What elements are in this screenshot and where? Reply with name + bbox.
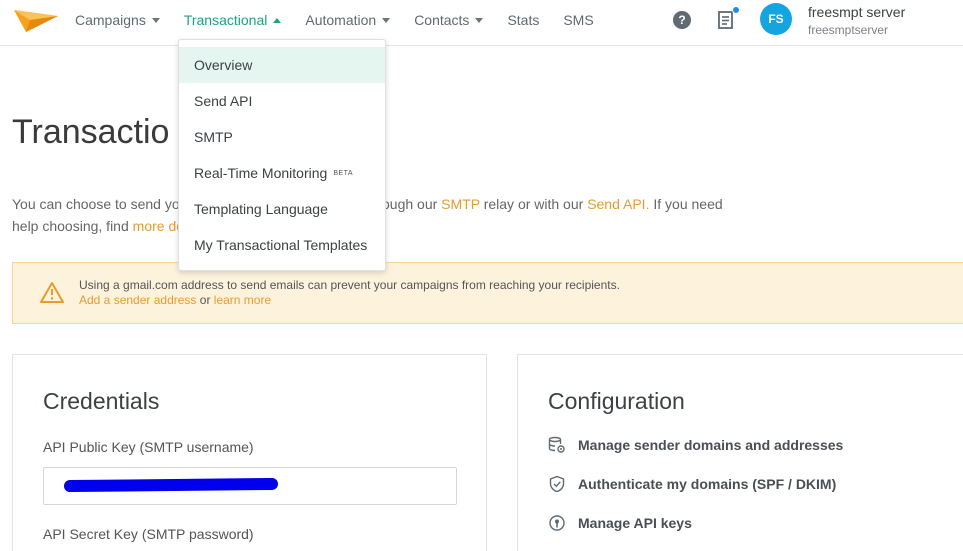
warning-or-text: or bbox=[199, 293, 211, 307]
manage-api-keys-link[interactable]: Manage API keys bbox=[548, 514, 692, 532]
nav-transactional-label: Transactional bbox=[183, 12, 268, 28]
intro-line-2: help choosing, find more de bbox=[12, 215, 184, 237]
intro-help-text: help choosing, find bbox=[12, 218, 129, 234]
warning-triangle-icon bbox=[40, 282, 64, 303]
nav-contacts[interactable]: Contacts bbox=[414, 12, 484, 28]
nav-automation[interactable]: Automation bbox=[305, 12, 391, 28]
manage-api-keys-label: Manage API keys bbox=[578, 515, 692, 531]
intro-tail-text: If you need bbox=[653, 196, 723, 212]
nav-campaigns-label: Campaigns bbox=[75, 12, 146, 28]
send-api-link[interactable]: Send API. bbox=[587, 196, 649, 212]
nav-stats-label: Stats bbox=[507, 12, 540, 28]
menu-item-real-time-monitoring[interactable]: Real-Time Monitoring BETA bbox=[179, 155, 385, 191]
credentials-title: Credentials bbox=[43, 388, 160, 414]
nav-automation-label: Automation bbox=[305, 12, 377, 28]
configuration-title: Configuration bbox=[548, 388, 685, 414]
user-name[interactable]: freesmpt server bbox=[808, 4, 905, 20]
gmail-warning-banner: Using a gmail.com address to send emails… bbox=[12, 262, 963, 324]
add-sender-address-link[interactable]: Add a sender address bbox=[79, 293, 196, 307]
menu-item-smtp[interactable]: SMTP bbox=[179, 119, 385, 155]
nav-sms-label: SMS bbox=[563, 12, 594, 28]
menu-item-my-transactional-templates[interactable]: My Transactional Templates bbox=[179, 227, 385, 263]
credentials-card: Credentials API Public Key (SMTP usernam… bbox=[12, 354, 487, 551]
top-navigation-bar: Campaigns Transactional Automation Conta… bbox=[0, 0, 963, 46]
warning-text: Using a gmail.com address to send emails… bbox=[79, 278, 620, 292]
paper-plane-logo-icon[interactable] bbox=[12, 8, 60, 34]
user-account: freesmptserver bbox=[808, 23, 889, 37]
intro-through-text: ough our bbox=[382, 196, 438, 212]
menu-item-send-api[interactable]: Send API bbox=[179, 83, 385, 119]
public-key-label: API Public Key (SMTP username) bbox=[43, 439, 254, 455]
nav-contacts-label: Contacts bbox=[414, 12, 470, 28]
nav-campaigns[interactable]: Campaigns bbox=[75, 12, 160, 28]
shield-icon bbox=[549, 475, 565, 493]
database-gear-icon bbox=[548, 436, 565, 453]
nav-sms[interactable]: SMS bbox=[563, 12, 593, 28]
help-icon[interactable]: ? bbox=[673, 11, 691, 29]
chevron-down-icon bbox=[151, 17, 160, 23]
main-nav: Campaigns Transactional Automation Conta… bbox=[75, 0, 618, 40]
intro-text-start: You can choose to send yo bbox=[12, 196, 180, 212]
chevron-up-icon bbox=[273, 17, 282, 23]
configuration-card: Configuration Manage sender domains and … bbox=[517, 354, 963, 551]
menu-item-overview[interactable]: Overview bbox=[179, 47, 385, 83]
public-key-field[interactable] bbox=[43, 467, 457, 505]
learn-more-link[interactable]: learn more bbox=[214, 293, 271, 307]
notification-dot bbox=[732, 6, 740, 14]
transactional-dropdown-menu: Overview Send API SMTP Real-Time Monitor… bbox=[178, 39, 386, 271]
key-icon bbox=[549, 515, 565, 531]
secret-key-label: API Secret Key (SMTP password) bbox=[43, 526, 254, 542]
page-title: Transactio bbox=[12, 113, 170, 151]
more-details-link[interactable]: more de bbox=[133, 218, 184, 234]
nav-transactional[interactable]: Transactional bbox=[184, 12, 282, 28]
manage-sender-domains-label: Manage sender domains and addresses bbox=[578, 437, 844, 453]
chevron-down-icon bbox=[475, 17, 484, 23]
authenticate-domains-label: Authenticate my domains (SPF / DKIM) bbox=[578, 476, 837, 492]
avatar[interactable]: FS bbox=[760, 3, 792, 35]
smtp-link[interactable]: SMTP bbox=[441, 196, 480, 212]
authenticate-domains-link[interactable]: Authenticate my domains (SPF / DKIM) bbox=[548, 475, 836, 493]
menu-item-real-time-monitoring-label: Real-Time Monitoring bbox=[194, 165, 328, 181]
notes-icon[interactable] bbox=[717, 10, 735, 30]
manage-sender-domains-link[interactable]: Manage sender domains and addresses bbox=[548, 436, 843, 454]
menu-item-templating-language[interactable]: Templating Language bbox=[179, 191, 385, 227]
warning-links: Add a sender address or learn more bbox=[79, 293, 271, 307]
chevron-down-icon bbox=[382, 17, 391, 23]
intro-relay-text: relay or with our bbox=[483, 196, 584, 212]
nav-stats[interactable]: Stats bbox=[507, 12, 539, 28]
beta-badge: BETA bbox=[333, 170, 354, 178]
redaction-mark bbox=[63, 477, 279, 493]
intro-text-mid: ough our SMTP relay or with our Send API… bbox=[382, 193, 723, 215]
